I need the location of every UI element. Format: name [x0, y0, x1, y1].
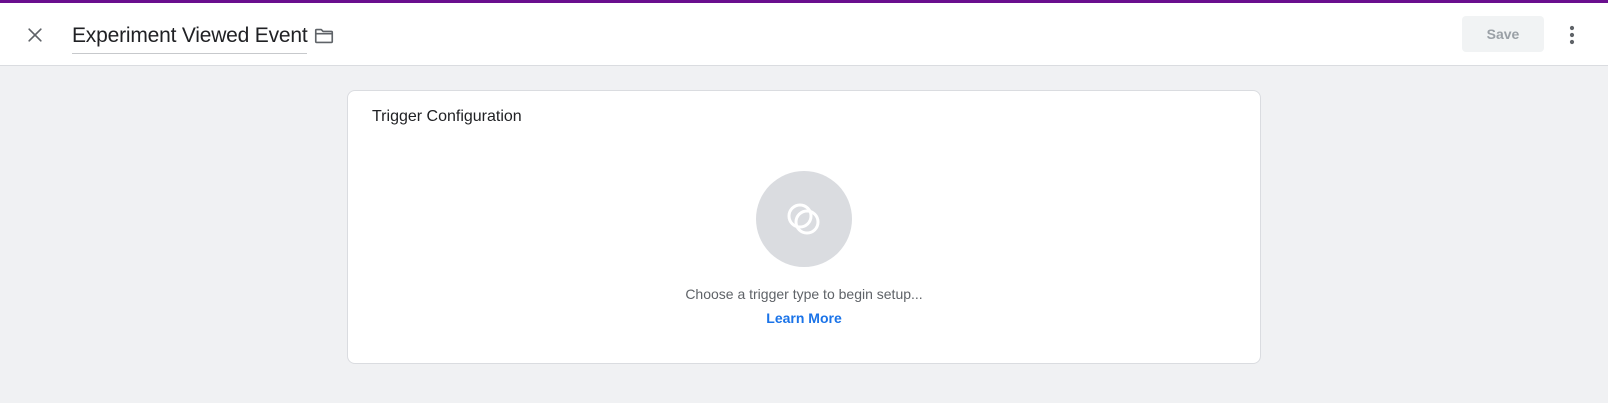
trigger-configuration-card[interactable]: Trigger Configuration Choose a trigger t… — [347, 90, 1261, 364]
trigger-name-text: Experiment Viewed Event — [72, 23, 308, 47]
save-button[interactable]: Save — [1462, 16, 1544, 52]
more-vert-icon — [1569, 25, 1575, 45]
close-button[interactable] — [17, 17, 53, 53]
card-title: Trigger Configuration — [372, 108, 522, 125]
trigger-type-icon — [787, 203, 820, 235]
folder-button[interactable] — [311, 23, 337, 49]
folder-icon — [314, 28, 334, 44]
trigger-hint-text: Choose a trigger type to begin setup... — [685, 286, 923, 302]
learn-more-link[interactable]: Learn More — [766, 310, 841, 326]
trigger-name-field[interactable]: Experiment Viewed Event — [72, 18, 308, 54]
close-icon — [28, 28, 42, 42]
editor-header: Experiment Viewed Event Save — [0, 3, 1608, 66]
more-options-button[interactable] — [1560, 19, 1584, 51]
choose-trigger-type-button[interactable] — [756, 171, 852, 267]
